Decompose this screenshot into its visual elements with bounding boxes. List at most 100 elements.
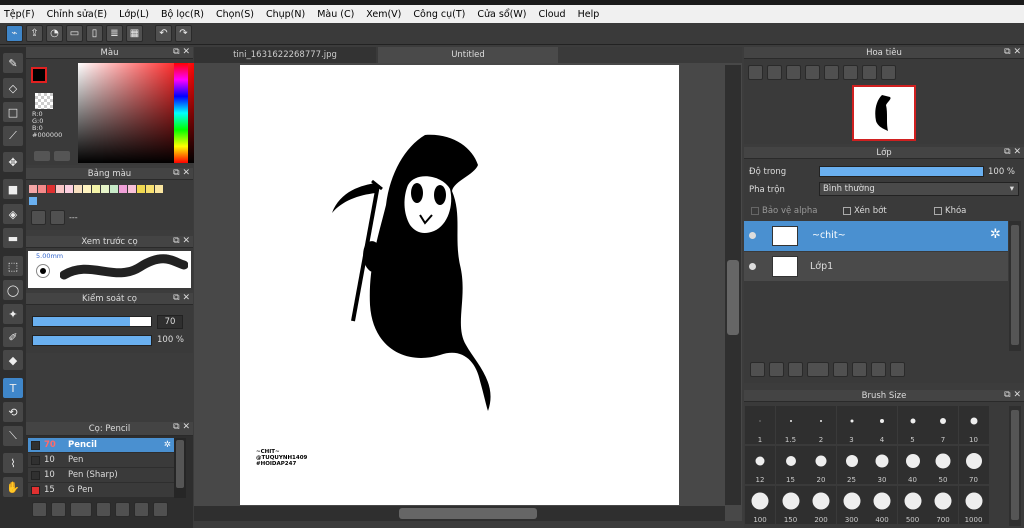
brush-list-scrollbar[interactable] [174,438,186,498]
brush-size-cell[interactable]: 200 [806,486,836,524]
brush-size-cell[interactable]: 30 [867,446,897,484]
brush-size-cell[interactable]: 7 [928,406,958,444]
canvas-vertical-scrollbar[interactable] [725,65,741,505]
transparent-swatch[interactable] [35,93,53,109]
list-icon[interactable]: ≣ [106,25,123,42]
brush-list-item[interactable]: 10 Pen (Sharp) [28,468,174,482]
duplicate-brush-icon[interactable] [134,502,149,517]
menu-item-11[interactable]: Help [578,9,600,20]
brush-size-cell[interactable]: 100 [745,486,775,524]
flip-icon[interactable] [881,65,896,80]
brush-size-slider[interactable] [32,316,152,327]
navigator-thumbnail[interactable] [852,85,916,141]
delete-palette-icon[interactable] [50,210,65,225]
brush-size-cell[interactable]: 300 [836,486,867,524]
panel-float-close-icon[interactable]: ⧉ ✕ [173,293,190,303]
add-brush-dropdown-icon[interactable] [70,502,92,517]
merge-layer-icon[interactable] [871,362,886,377]
divide-tool-icon[interactable]: ⟍ [3,426,23,446]
menu-item-8[interactable]: Công cụ(T) [413,9,465,20]
palette-swatch[interactable] [155,185,163,193]
brush-size-cell[interactable]: 700 [928,486,958,524]
brush-size-cell[interactable]: 10 [958,406,989,444]
hue-slider[interactable] [174,63,188,163]
bucket-tool-icon[interactable]: ◈ [3,204,23,224]
export-icon[interactable]: ⇪ [26,25,43,42]
palette-swatch[interactable] [137,185,145,193]
panel-float-close-icon[interactable]: ⧉ ✕ [173,236,190,246]
brush-list-item[interactable]: 70 Pencil ✲ [28,438,174,452]
brush-size-cell[interactable]: 1.5 [775,406,806,444]
palette-swatch[interactable] [146,185,154,193]
chat-icon[interactable]: ◔ [46,25,63,42]
layer-row-layer1[interactable]: Lớp1 [744,252,1008,281]
palette-swatch[interactable] [56,185,64,193]
new-brush-icon[interactable] [51,502,66,517]
tab-tini-jpg[interactable]: tini_1631622268777.jpg [194,47,376,63]
panel-float-close-icon[interactable]: ⧉ ✕ [173,168,190,178]
duplicate-layer-icon[interactable] [852,362,867,377]
gear-icon[interactable]: ✲ [990,227,1001,242]
new-halftone-layer-icon[interactable] [769,362,784,377]
palette-swatch[interactable] [128,185,136,193]
delete-brush-icon[interactable] [153,502,168,517]
undo-icon[interactable]: ↶ [155,25,172,42]
brush-size-scrollbar[interactable] [1009,406,1021,526]
rotate-right-icon[interactable] [862,65,877,80]
menu-item-10[interactable]: Cloud [538,9,565,20]
lock-checkbox[interactable]: Khóa [934,206,966,216]
new-palette-icon[interactable] [31,210,46,225]
drawing-canvas[interactable]: ~CHIT~ @TUQUYNH1409 #HOIDAP247 [240,65,679,505]
zoom-in-icon[interactable] [767,65,782,80]
color-swap-icon[interactable] [54,151,70,161]
menu-item-9[interactable]: Cửa sổ(W) [477,9,526,20]
brush-size-cell[interactable]: 500 [897,486,928,524]
zoom-fit-icon[interactable] [748,65,763,80]
brush-size-cell[interactable]: 400 [867,486,897,524]
fill-rect-tool-icon[interactable]: ■ [3,179,23,199]
zoom-actual-icon[interactable] [786,65,801,80]
text-tool-icon[interactable]: T [3,378,23,398]
select-eraser-icon[interactable]: ◆ [3,350,23,370]
palette-swatch[interactable] [38,185,46,193]
layer-folder-icon[interactable] [833,362,848,377]
brush-opacity-slider[interactable] [32,335,152,346]
visibility-eye-icon[interactable] [749,232,756,239]
color-mode-icon[interactable] [34,151,50,161]
brush-list-item[interactable]: 10 Pen [28,453,174,467]
brush-size-cell[interactable]: 150 [775,486,806,524]
layer-opacity-slider[interactable] [819,166,984,177]
brush-size-cell[interactable]: 25 [836,446,867,484]
lasso-icon[interactable]: ◯ [3,280,23,300]
brush-size-cell[interactable]: 15 [775,446,806,484]
line-tool-icon[interactable]: ⟋ [3,126,23,146]
menu-item-6[interactable]: Màu (C) [317,9,354,20]
layer-list-scrollbar[interactable] [1009,221,1021,351]
select-pen-icon[interactable]: ✐ [3,327,23,347]
brush-size-cell[interactable]: 3 [836,406,867,444]
panel-float-close-icon[interactable]: ⧉ ✕ [173,422,190,432]
palette-swatch[interactable] [29,197,37,205]
panel-float-close-icon[interactable]: ⧉ ✕ [1004,147,1021,157]
menu-item-1[interactable]: Chỉnh sửa(E) [47,9,108,20]
move-tool-icon[interactable]: ✥ [3,152,23,172]
brush-list-item[interactable]: 15 G Pen [28,483,174,497]
redo-icon[interactable]: ↷ [175,25,192,42]
operation-tool-icon[interactable]: ⟲ [3,402,23,422]
new-8bit-layer-icon[interactable] [788,362,803,377]
palette-swatch[interactable] [101,185,109,193]
menu-item-7[interactable]: Xem(V) [366,9,401,20]
brush-size-cell[interactable]: 1 [745,406,775,444]
blend-mode-select[interactable]: Bình thường ▾ [819,182,1019,196]
brush-property-icon[interactable] [96,502,111,517]
visibility-eye-icon[interactable] [749,263,756,270]
protect-alpha-checkbox[interactable]: Bảo vệ alpha [751,206,817,216]
brush-size-cell[interactable]: 40 [897,446,928,484]
new-layer-icon[interactable] [750,362,765,377]
brush-size-cell[interactable]: 20 [806,446,836,484]
panel-float-close-icon[interactable]: ⧉ ✕ [173,47,190,57]
palette-swatch[interactable] [47,185,55,193]
menu-item-0[interactable]: Tệp(F) [4,9,35,20]
hand-tool-icon[interactable]: ✋ [3,477,23,497]
palette-swatch[interactable] [74,185,82,193]
